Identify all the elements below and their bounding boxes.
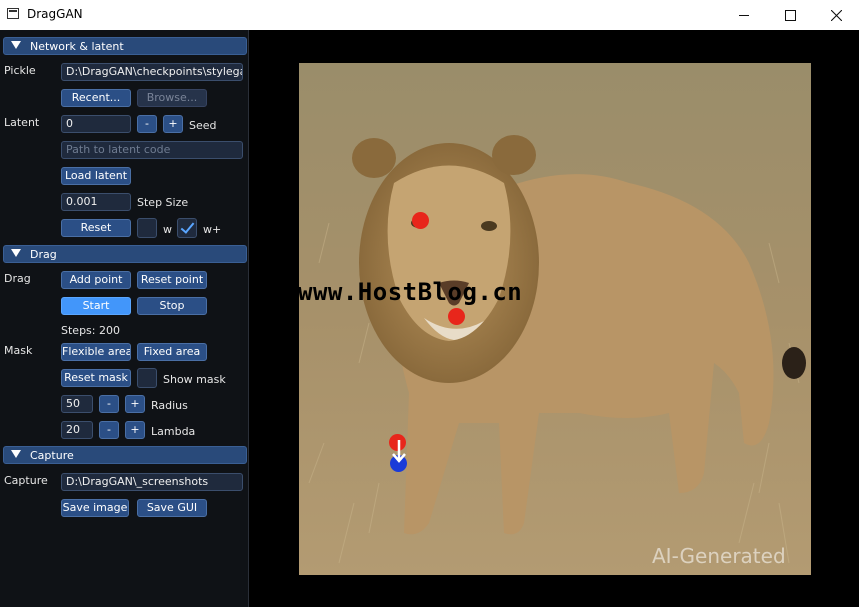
show-mask-checkbox[interactable] (137, 368, 157, 388)
drag-label: Drag (4, 272, 31, 285)
reset-mask-button[interactable]: Reset mask (61, 369, 131, 387)
lambda-decrement-button[interactable]: - (99, 421, 119, 439)
handle-point[interactable] (412, 212, 429, 229)
w-plus-label: w+ (203, 223, 222, 236)
start-button[interactable]: Start (61, 297, 131, 315)
maximize-button[interactable] (767, 0, 813, 30)
latent-path-input[interactable]: Path to latent code (61, 141, 243, 159)
capture-path-field[interactable]: D:\DragGAN\_screenshots (61, 473, 243, 491)
w-plus-checkbox[interactable] (177, 218, 197, 238)
show-mask-label: Show mask (163, 373, 226, 386)
radius-input[interactable]: 50 (61, 395, 93, 413)
handle-point[interactable] (448, 308, 465, 325)
capture-header[interactable]: Capture (3, 446, 247, 464)
browse-button[interactable]: Browse... (137, 89, 207, 107)
radius-decrement-button[interactable]: - (99, 395, 119, 413)
drag-header[interactable]: Drag (3, 245, 247, 263)
drag-header-label: Drag (30, 248, 57, 261)
fixed-area-button[interactable]: Fixed area (137, 343, 207, 361)
reset-button[interactable]: Reset (61, 219, 131, 237)
title-bar: DragGAN (0, 0, 859, 30)
close-button[interactable] (813, 0, 859, 30)
lion-illustration (299, 63, 811, 575)
mask-label: Mask (4, 344, 33, 357)
collapse-arrow-icon (11, 249, 21, 257)
radius-increment-button[interactable]: + (125, 395, 145, 413)
stop-button[interactable]: Stop (137, 297, 207, 315)
close-icon (830, 9, 842, 21)
capture-header-label: Capture (30, 449, 74, 462)
seed-input[interactable]: 0 (61, 115, 131, 133)
w-label: w (163, 223, 172, 236)
step-size-label: Step Size (137, 196, 189, 209)
save-image-button[interactable]: Save image (61, 499, 129, 517)
collapse-arrow-icon (11, 450, 21, 458)
lambda-label: Lambda (151, 425, 196, 438)
watermark-url-text: www.HostBlog.cn (298, 278, 523, 306)
window-title: DragGAN (27, 7, 83, 21)
flexible-area-button[interactable]: Flexible area (61, 343, 131, 361)
network-latent-header[interactable]: Network & latent (3, 37, 247, 55)
capture-label: Capture (4, 474, 48, 487)
radius-label: Radius (151, 399, 188, 412)
seed-label: Seed (189, 119, 217, 132)
steps-counter: Steps: 200 (61, 324, 120, 337)
lambda-input[interactable]: 20 (61, 421, 93, 439)
generated-lion-image[interactable] (299, 63, 811, 575)
drag-arrow-icon (392, 440, 406, 463)
add-point-button[interactable]: Add point (61, 271, 131, 289)
app-window-icon (7, 8, 19, 19)
collapse-arrow-icon (11, 41, 21, 49)
minimize-button[interactable] (721, 0, 767, 30)
pickle-path-field[interactable]: D:\DragGAN\checkpoints\stylegan2_li (61, 63, 243, 81)
reset-point-button[interactable]: Reset point (137, 271, 207, 289)
seed-increment-button[interactable]: + (163, 115, 183, 133)
load-latent-button[interactable]: Load latent (61, 167, 131, 185)
maximize-icon (784, 9, 796, 21)
latent-label: Latent (4, 116, 40, 129)
step-size-input[interactable]: 0.001 (61, 193, 131, 211)
recent-button[interactable]: Recent... (61, 89, 131, 107)
pickle-label: Pickle (4, 64, 36, 77)
network-latent-header-label: Network & latent (30, 40, 124, 53)
lambda-increment-button[interactable]: + (125, 421, 145, 439)
seed-decrement-button[interactable]: - (137, 115, 157, 133)
ai-generated-watermark: AI-Generated (652, 544, 786, 568)
save-gui-button[interactable]: Save GUI (137, 499, 207, 517)
control-panel: Network & latent Pickle D:\DragGAN\check… (0, 30, 249, 607)
minimize-icon (739, 14, 749, 16)
w-checkbox[interactable] (137, 218, 157, 238)
